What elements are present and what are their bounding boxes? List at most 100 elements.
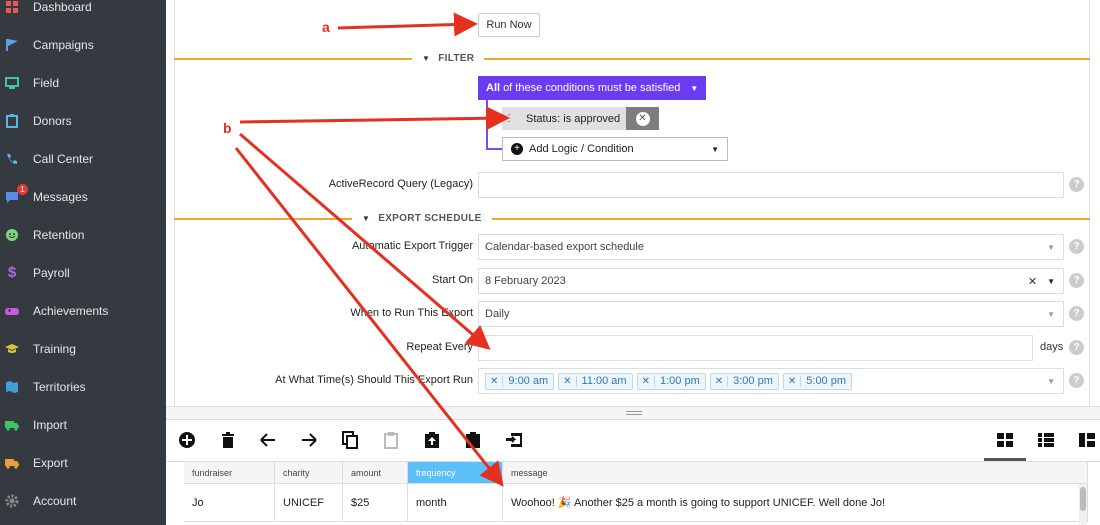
plus-circle-icon: +	[511, 143, 523, 155]
add-logic-label: Add Logic / Condition	[529, 143, 634, 155]
remove-condition-button[interactable]: ✕	[626, 107, 659, 130]
chevron-down-icon: ▼	[1047, 276, 1055, 286]
sidebar-item-field[interactable]: Field	[0, 64, 166, 102]
condition-tree-line	[486, 100, 488, 150]
sidebar-item-account[interactable]: Account	[0, 482, 166, 520]
time-tag: ✕ 11:00 am	[558, 372, 633, 390]
remove-tag-icon[interactable]: ✕	[711, 375, 729, 387]
sidebar-item-territories[interactable]: Territories	[0, 368, 166, 406]
clipboard-button[interactable]	[462, 430, 484, 452]
export-schedule-section-title: EXPORT SCHEDULE	[378, 213, 482, 224]
sidebar-item-label: Training	[33, 342, 76, 356]
start-on-select[interactable]: 8 February 2023 ✕ ▼	[478, 268, 1064, 294]
help-icon[interactable]: ?	[1069, 340, 1084, 355]
add-logic-condition-select[interactable]: + Add Logic / Condition ▼	[502, 137, 728, 161]
condition-chip[interactable]: ⋮ Status: is approved ✕	[502, 107, 659, 130]
filter-section-toggle[interactable]: ▼ FILTER	[412, 53, 485, 64]
time-tag: ✕ 3:00 pm	[709, 372, 779, 390]
repeat-every-input[interactable]	[478, 335, 1033, 361]
remove-tag-icon[interactable]: ✕	[486, 375, 504, 387]
sidebar-item-retention[interactable]: Retention	[0, 216, 166, 254]
help-icon[interactable]: ?	[1069, 239, 1084, 254]
time-tag-label: 9:00 am	[508, 375, 549, 387]
list-view-button[interactable]	[1035, 430, 1057, 452]
sign-in-icon	[505, 432, 523, 451]
table-cell[interactable]: $25	[343, 484, 408, 522]
table-scrollbar[interactable]	[1079, 484, 1087, 525]
time-tag-label: 11:00 am	[581, 375, 627, 387]
scrollbar-thumb[interactable]	[1080, 487, 1086, 511]
filter-divider	[174, 58, 1090, 60]
add-row-button[interactable]	[176, 430, 198, 452]
when-to-run-value: Daily	[485, 308, 510, 320]
activerecord-query-input[interactable]	[478, 172, 1064, 198]
close-icon: ✕	[635, 111, 650, 126]
table-cell[interactable]: Jo	[184, 484, 275, 522]
sidebar-item-messages[interactable]: 1 Messages	[0, 178, 166, 216]
column-header[interactable]: message	[503, 462, 1088, 484]
time-tag: ✕ 1:00 pm	[636, 372, 706, 390]
board-view-button[interactable]	[1076, 430, 1098, 452]
sidebar-item-dashboard[interactable]: Dashboard	[0, 0, 166, 26]
chat-icon: 1	[5, 184, 28, 204]
grid-toolbar	[166, 420, 1100, 462]
export-trigger-select[interactable]: Calendar-based export schedule ▼	[478, 234, 1064, 260]
when-to-run-select[interactable]: Daily ▼	[478, 301, 1064, 327]
drag-handle-icon[interactable]: ⋮	[502, 113, 516, 124]
run-now-button[interactable]: Run Now	[478, 13, 540, 37]
column-header[interactable]: charity	[275, 462, 343, 484]
table-cell[interactable]: Woohoo! 🎉 Another $25 a month is going t…	[503, 484, 1088, 522]
conditions-mode-select[interactable]: All of these conditions must be satisfie…	[478, 76, 706, 100]
sidebar-item-import[interactable]: Import	[0, 406, 166, 444]
sidebar-item-payroll[interactable]: $ Payroll	[0, 254, 166, 292]
sidebar-item-label: Import	[33, 418, 68, 432]
chevron-down-icon: ▼	[1047, 242, 1055, 252]
remove-tag-icon[interactable]: ✕	[638, 375, 655, 387]
phone-icon	[5, 152, 19, 166]
truck-icon	[5, 456, 19, 470]
table-cell[interactable]: month	[408, 484, 503, 522]
panel-splitter[interactable]	[166, 406, 1100, 420]
sidebar-item-donors[interactable]: Donors	[0, 102, 166, 140]
sign-in-button[interactable]	[503, 430, 525, 452]
sidebar-item-label: Field	[33, 76, 60, 90]
grid-view-button[interactable]	[994, 430, 1016, 452]
move-right-button[interactable]	[298, 430, 320, 452]
sidebar-item-campaigns[interactable]: Campaigns	[0, 26, 166, 64]
active-view-indicator	[984, 458, 1026, 461]
dollar-icon: $	[7, 264, 17, 281]
sidebar-item-call-center[interactable]: Call Center	[0, 140, 166, 178]
sidebar-item-label: Export	[33, 456, 68, 470]
sidebar-item-achievements[interactable]: Achievements	[0, 292, 166, 330]
help-icon[interactable]: ?	[1069, 273, 1084, 288]
move-left-button[interactable]	[257, 430, 279, 452]
gamepad-icon	[5, 304, 19, 318]
column-header[interactable]: amount	[343, 462, 408, 484]
remove-tag-icon[interactable]: ✕	[784, 375, 802, 387]
condition-chip-label: Status: is approved	[526, 112, 621, 125]
help-icon[interactable]: ?	[1069, 373, 1084, 388]
run-times-label: At What Time(s) Should This Export Run	[275, 374, 473, 386]
clear-icon[interactable]: ✕	[1028, 275, 1037, 288]
column-header-selected[interactable]: frequency	[408, 462, 503, 484]
table-cell[interactable]: UNICEF	[275, 484, 343, 522]
copy-button[interactable]	[339, 430, 361, 452]
sidebar-item-export[interactable]: Export	[0, 444, 166, 482]
upload-button[interactable]	[421, 430, 443, 452]
paste-button[interactable]	[380, 430, 402, 452]
messages-badge: 1	[17, 184, 28, 195]
flag-icon	[5, 38, 19, 52]
column-header[interactable]: fundraiser	[184, 462, 275, 484]
help-icon[interactable]: ?	[1069, 177, 1084, 192]
help-icon[interactable]: ?	[1069, 306, 1084, 321]
truck-icon	[5, 418, 19, 432]
remove-tag-icon[interactable]: ✕	[559, 375, 577, 387]
triangle-down-icon: ▼	[362, 214, 371, 223]
data-table: fundraiser charity amount frequency mess…	[184, 462, 1088, 525]
export-schedule-section-toggle[interactable]: ▼ EXPORT SCHEDULE	[352, 213, 492, 224]
run-times-select[interactable]: ✕ 9:00 am ✕ 11:00 am ✕ 1:00 pm ✕ 3:00 pm ✕ 5:…	[478, 368, 1064, 394]
delete-row-button[interactable]	[217, 430, 239, 452]
splitter-grip-icon[interactable]	[626, 411, 642, 415]
sidebar-item-label: Retention	[33, 228, 85, 242]
sidebar-item-training[interactable]: Training	[0, 330, 166, 368]
